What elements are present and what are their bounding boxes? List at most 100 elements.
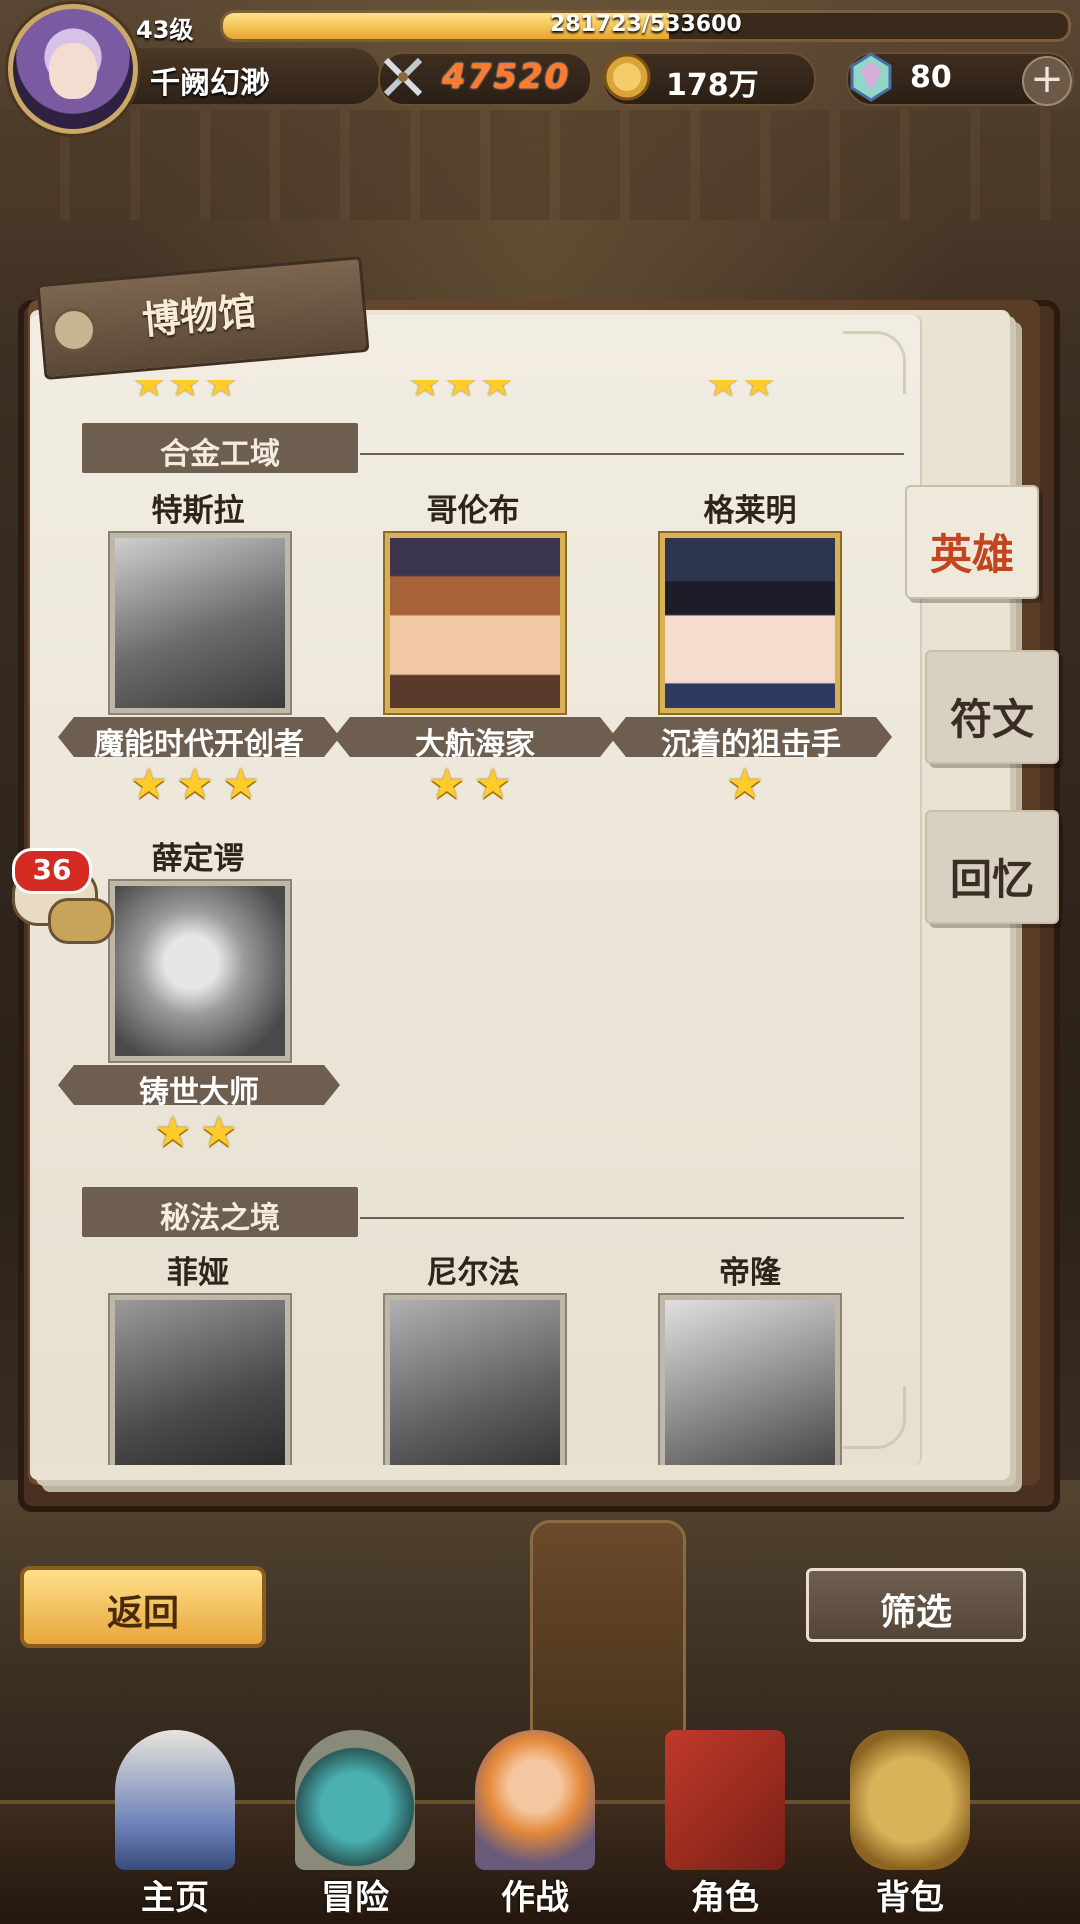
section-header: 秘法之境 bbox=[82, 1187, 358, 1237]
nav-adventure-label: 冒险 bbox=[321, 1878, 389, 1918]
page-corner-ornament bbox=[843, 1386, 906, 1449]
star-icon: ★ bbox=[444, 380, 476, 402]
tab-runes[interactable]: 符文 bbox=[925, 650, 1059, 764]
hero-title-band: 沉着的狙击手 bbox=[610, 717, 892, 762]
background-shelves bbox=[0, 110, 1080, 220]
partial-stars: ★ ★ ★ bbox=[408, 380, 512, 424]
section-divider bbox=[360, 453, 904, 455]
nav-character-label: 角色 bbox=[691, 1878, 759, 1918]
hero-title: 魔能时代开创者 bbox=[94, 727, 304, 762]
nav-home[interactable]: 主页 bbox=[100, 1730, 250, 1920]
portrait-art bbox=[115, 886, 285, 1056]
hero-portrait-schrodinger[interactable] bbox=[110, 881, 290, 1061]
hero-portrait-tesla[interactable] bbox=[110, 533, 290, 713]
hero-name: 哥伦布 bbox=[426, 493, 520, 529]
nav-adventure[interactable]: 冒险 bbox=[280, 1730, 430, 1920]
hero-stars: ★ ★ bbox=[428, 763, 516, 807]
tab-heroes[interactable]: 英雄 bbox=[905, 485, 1039, 599]
section-title: 秘法之境 bbox=[160, 1201, 280, 1236]
portal-icon bbox=[295, 1730, 415, 1870]
add-gems-button[interactable]: + bbox=[1022, 56, 1072, 106]
back-button[interactable]: 返回 bbox=[20, 1566, 266, 1648]
star-icon: ★ bbox=[168, 380, 200, 402]
hero-name: 帝隆 bbox=[719, 1255, 781, 1291]
star-icon: ★ bbox=[132, 380, 164, 402]
star-icon: ★ bbox=[200, 1107, 238, 1156]
chat-badge: 36 bbox=[12, 848, 92, 894]
section-header: 合金工域 bbox=[82, 423, 358, 473]
hero-title: 大航海家 bbox=[415, 727, 535, 762]
crossed-swords-icon bbox=[383, 57, 423, 97]
star-icon: ★ bbox=[428, 759, 466, 808]
partial-stars: ★ ★ bbox=[706, 380, 774, 424]
portrait-art bbox=[115, 538, 285, 708]
portrait-art bbox=[115, 1300, 285, 1465]
hero-title-band: 铸世大师 bbox=[58, 1065, 340, 1110]
hero-portrait-nilfa[interactable] bbox=[385, 1295, 565, 1465]
nav-bag-label: 背包 bbox=[876, 1878, 944, 1918]
player-name: 千阙幻渺 bbox=[150, 66, 270, 101]
star-icon: ★ bbox=[742, 380, 774, 402]
star-icon: ★ bbox=[176, 759, 214, 808]
page-corner-ornament bbox=[843, 331, 906, 394]
gold-coin-icon bbox=[603, 53, 651, 101]
star-icon: ★ bbox=[222, 759, 260, 808]
filter-button-label: 筛选 bbox=[879, 1592, 952, 1633]
nav-battle-label: 作战 bbox=[501, 1878, 569, 1918]
book-page: ★ ★ ★ ★ ★ ★ ★ ★ 合金工域 特斯拉 魔能时代开创者 ★ ★ ★ 哥伦布 大航海家… bbox=[30, 315, 920, 1465]
avatar-face bbox=[49, 43, 97, 99]
hero-name: 尼尔法 bbox=[426, 1255, 520, 1291]
hero-name: 菲娅 bbox=[167, 1255, 229, 1291]
partial-stars: ★ ★ ★ bbox=[132, 380, 236, 424]
player-avatar[interactable] bbox=[8, 4, 138, 134]
ribbon-tag bbox=[52, 308, 96, 352]
hero-stars: ★ ★ ★ bbox=[130, 763, 264, 807]
hero-name: 特斯拉 bbox=[151, 493, 245, 529]
player-level: 43级 bbox=[136, 16, 194, 44]
museum-title: 博物馆 bbox=[140, 289, 259, 343]
book-icon bbox=[665, 1730, 785, 1870]
star-icon: ★ bbox=[130, 759, 168, 808]
section-title: 合金工域 bbox=[160, 437, 280, 472]
hero-portrait-tyron[interactable] bbox=[660, 1295, 840, 1465]
xp-text: 281723/533600 bbox=[550, 12, 742, 37]
backpack-icon bbox=[850, 1730, 970, 1870]
star-icon: ★ bbox=[706, 380, 738, 402]
star-icon: ★ bbox=[408, 380, 440, 402]
battle-character-icon bbox=[475, 1730, 595, 1870]
star-icon: ★ bbox=[480, 380, 512, 402]
top-hud: 281723/533600 43级 千阙幻渺 47520 178万 80 + bbox=[0, 0, 1080, 134]
nav-battle[interactable]: 作战 bbox=[460, 1730, 610, 1920]
hero-title-band: 魔能时代开创者 bbox=[58, 717, 340, 762]
gem-value: 80 bbox=[910, 60, 952, 95]
nav-character[interactable]: 角色 bbox=[650, 1730, 800, 1920]
portrait-art bbox=[665, 538, 835, 708]
portrait-art bbox=[390, 538, 560, 708]
hero-portrait-fia[interactable] bbox=[110, 1295, 290, 1465]
star-icon: ★ bbox=[726, 759, 764, 808]
section-divider bbox=[360, 1217, 904, 1219]
hero-portrait-columbus[interactable] bbox=[385, 533, 565, 713]
nav-home-label: 主页 bbox=[141, 1878, 209, 1918]
hero-title: 沉着的狙击手 bbox=[661, 727, 841, 762]
hero-stars: ★ bbox=[726, 763, 768, 807]
portrait-art bbox=[665, 1300, 835, 1465]
castle-icon bbox=[115, 1730, 235, 1870]
chat-bubble-icon bbox=[48, 898, 114, 944]
gold-value: 178万 bbox=[666, 68, 759, 103]
tab-heroes-label: 英雄 bbox=[929, 530, 1014, 579]
gem-icon bbox=[850, 52, 892, 102]
tab-runes-label: 符文 bbox=[949, 695, 1034, 744]
hero-stars: ★ ★ bbox=[154, 1111, 242, 1155]
filter-button[interactable]: 筛选 bbox=[806, 1568, 1026, 1642]
back-button-label: 返回 bbox=[106, 1593, 179, 1634]
hero-title: 铸世大师 bbox=[139, 1075, 259, 1110]
tab-memories-label: 回忆 bbox=[949, 855, 1034, 904]
hero-name: 薛定谔 bbox=[151, 841, 245, 877]
hero-title-band: 大航海家 bbox=[334, 717, 616, 762]
tab-memories[interactable]: 回忆 bbox=[925, 810, 1059, 924]
power-display: 47520 bbox=[378, 52, 592, 106]
hero-name: 格莱明 bbox=[703, 493, 797, 529]
nav-bag[interactable]: 背包 bbox=[835, 1730, 985, 1920]
hero-portrait-gramine[interactable] bbox=[660, 533, 840, 713]
